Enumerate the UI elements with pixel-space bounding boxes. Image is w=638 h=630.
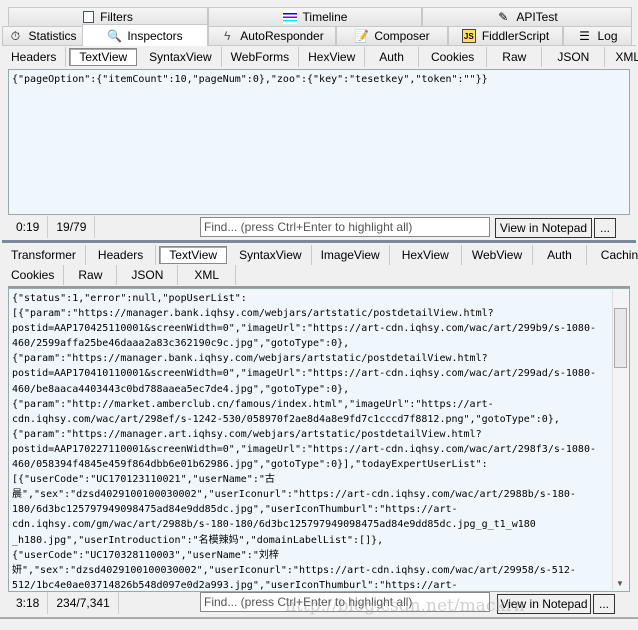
tab-label: Composer: [374, 29, 430, 43]
checkbox-icon: [83, 11, 95, 23]
response-line: 180/6d3bc125797949098475ad84e9dd85dc.jpg…: [12, 504, 458, 516]
response-tab-syntaxview[interactable]: SyntaxView: [230, 245, 312, 265]
magnifier-icon: 🔍: [107, 28, 123, 43]
response-tab-transformer[interactable]: Transformer: [2, 245, 86, 265]
response-tab-webview[interactable]: WebView: [462, 245, 534, 265]
response-more-button[interactable]: ...: [593, 594, 615, 614]
response-line: 460/2599affa25be46daaa2a83c362190c9c.jpg…: [12, 338, 350, 350]
request-view-in-notepad-button[interactable]: View in Notepad: [495, 218, 592, 238]
script-icon: JS: [461, 29, 476, 43]
response-tabs-row2: Cookies Raw JSON XML: [2, 264, 636, 286]
response-tab-headers[interactable]: Headers: [86, 245, 157, 265]
tab-label: FiddlerScript: [481, 29, 550, 43]
request-body-text[interactable]: {"pageOption":{"itemCount":10,"pageNum":…: [8, 69, 630, 215]
request-tab-webforms[interactable]: WebForms: [222, 47, 300, 67]
response-tab-hexview[interactable]: HexView: [390, 245, 462, 265]
request-tab-raw[interactable]: Raw: [487, 47, 543, 67]
response-tab-textview[interactable]: TextView: [159, 246, 228, 264]
tab-label: APITest: [516, 10, 558, 24]
response-line: [{"userCode":"UC170123110021","userName"…: [12, 474, 275, 486]
response-line: {"param":"https://manager.art.iqhsy.com/…: [12, 428, 482, 440]
response-line: 460/058394f4845e459f864dbb6e01b62986.jpg…: [12, 459, 488, 471]
response-line: 460/be8aaca4403443c0bd788aaea5ec7de4.jpg…: [12, 383, 350, 395]
response-cursor-position: 3:18: [8, 592, 49, 614]
splitter[interactable]: [2, 240, 636, 243]
response-line: 晨","sex":"dzsd4029100100030002","userIco…: [12, 489, 576, 501]
response-line: 妍","sex":"dzsd4029100100030002","userIco…: [12, 564, 576, 576]
request-tabs: Headers TextView SyntaxView WebForms Hex…: [2, 46, 638, 68]
lightning-icon: ϟ: [224, 29, 231, 43]
response-body-text[interactable]: {"status":1,"error":null,"popUserList": […: [8, 288, 630, 592]
tab-autoresponder[interactable]: ϟ AutoResponder: [208, 26, 336, 45]
request-tab-hexview[interactable]: HexView: [299, 47, 366, 67]
stopwatch-icon: ⏱: [10, 29, 21, 43]
tab-inspectors[interactable]: 🔍 Inspectors: [82, 24, 208, 46]
response-line: 512/1bc4e0ae03714826b548d097e0d2a993.jpg…: [12, 579, 458, 591]
response-line: {"userCode":"UC170328110003","userName":…: [12, 549, 279, 561]
scrollbar-thumb[interactable]: [614, 308, 627, 368]
tab-log[interactable]: ☰ Log: [563, 26, 632, 45]
timeline-icon: [282, 10, 297, 24]
pencil-note-icon: ✎: [498, 10, 509, 24]
compose-icon: 📝: [354, 29, 370, 43]
response-char-count: 234/7,341: [48, 592, 119, 614]
response-line: postid=AAP170410110001&screenWidth=0","i…: [12, 368, 596, 380]
response-scrollbar[interactable]: ▼: [612, 290, 628, 590]
log-icon: ☰: [579, 29, 590, 43]
response-tabs-row1: Transformer Headers TextView SyntaxView …: [2, 244, 638, 266]
response-line: {"param":"https://manager.bank.iqhsy.com…: [12, 353, 488, 365]
response-line: [{"param":"https://manager.bank.iqhsy.co…: [12, 308, 494, 320]
tab-label: AutoResponder: [240, 29, 324, 43]
request-tab-textview[interactable]: TextView: [69, 48, 138, 66]
tab-timeline[interactable]: Timeline: [208, 7, 422, 26]
request-cursor-position: 0:19: [8, 216, 49, 238]
tab-label: Log: [597, 29, 618, 43]
response-tab-imageview[interactable]: ImageView: [312, 245, 390, 265]
tab-statistics[interactable]: ⏱ Statistics: [2, 26, 83, 45]
request-body-line: {"pageOption":{"itemCount":10,"pageNum":…: [12, 74, 488, 85]
response-line: postid=AAP170425110001&screenWidth=0","i…: [12, 323, 596, 335]
tab-composer[interactable]: 📝 Composer: [336, 26, 448, 45]
watermark: http://blog.csdn.net/mackrn: [285, 596, 525, 616]
tab-label: Filters: [100, 10, 133, 24]
response-line: postid=AAP170227110001&screenWidth=0","i…: [12, 443, 596, 455]
response-line: cdn.iqhsy.com/wac/art/298ef/s-1242-530/0…: [12, 413, 560, 425]
tab-label: Inspectors: [127, 28, 183, 43]
tab-apitest[interactable]: ✎ APITest: [422, 7, 632, 26]
response-tab-raw[interactable]: Raw: [64, 265, 118, 285]
request-tab-cookies[interactable]: Cookies: [419, 47, 488, 67]
scroll-down-arrow-icon[interactable]: ▼: [616, 579, 624, 588]
request-tab-syntaxview[interactable]: SyntaxView: [140, 47, 222, 67]
bottom-divider: [0, 617, 638, 619]
response-tab-cookies[interactable]: Cookies: [2, 265, 65, 285]
tab-label: Timeline: [302, 10, 348, 24]
request-tab-xml[interactable]: XML: [605, 47, 638, 67]
request-tab-headers[interactable]: Headers: [2, 47, 67, 67]
tab-label: Statistics: [28, 29, 77, 43]
response-tab-json[interactable]: JSON: [117, 265, 179, 285]
request-more-button[interactable]: ...: [594, 218, 616, 238]
response-tab-xml[interactable]: XML: [178, 265, 237, 285]
response-line: {"status":1,"error":null,"popUserList":: [12, 293, 247, 304]
request-tab-json[interactable]: JSON: [542, 47, 606, 67]
response-tab-auth[interactable]: Auth: [533, 245, 587, 265]
request-tab-auth[interactable]: Auth: [365, 47, 419, 67]
response-tab-caching[interactable]: Caching: [587, 245, 638, 265]
request-char-count: 19/79: [48, 216, 96, 238]
response-line: _h180.jpg","userIntroduction":"名模辣妈","do…: [12, 534, 384, 546]
tab-fiddlerscript[interactable]: JS FiddlerScript: [448, 26, 563, 45]
response-line: cdn.iqhsy.com/gm/wac/art/2988b/s-180-180…: [12, 519, 536, 531]
response-line: {"param":"http://market.amberclub.cn/fam…: [12, 398, 494, 410]
request-find-input[interactable]: Find... (press Ctrl+Enter to highlight a…: [200, 217, 490, 237]
